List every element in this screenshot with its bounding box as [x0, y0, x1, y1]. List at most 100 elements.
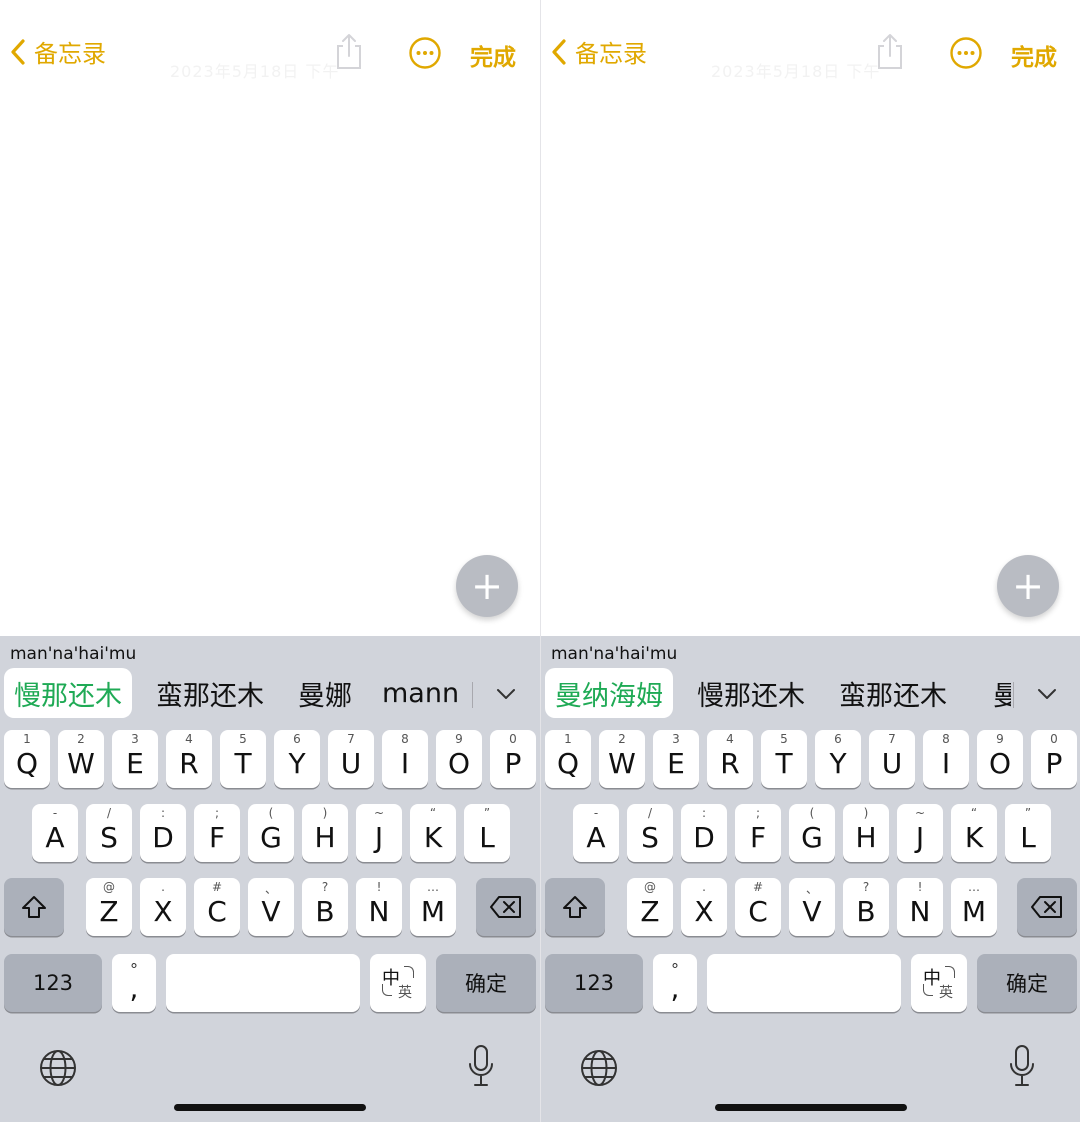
punctuation-key[interactable]: °,	[653, 954, 697, 1012]
add-attachment-button[interactable]: +	[997, 555, 1059, 617]
letter-key[interactable]: 2W	[599, 730, 645, 788]
letter-key[interactable]: 4R	[707, 730, 753, 788]
numbers-key[interactable]: 123	[4, 954, 102, 1012]
letter-key[interactable]: ) H	[302, 804, 348, 862]
letter-key[interactable]: @ Z	[86, 878, 132, 936]
candidate-item[interactable]: 蛮那还木	[839, 668, 947, 718]
key-label: J	[915, 820, 925, 854]
letter-key[interactable]: ; F	[194, 804, 240, 862]
letter-key[interactable]: :D	[681, 804, 727, 862]
delete-key[interactable]	[1017, 878, 1077, 936]
candidate-item[interactable]: mann	[382, 668, 459, 718]
add-attachment-button[interactable]: +	[456, 555, 518, 617]
letter-key[interactable]: “K	[410, 804, 456, 862]
more-options-icon[interactable]	[949, 36, 983, 70]
space-key[interactable]	[707, 954, 901, 1012]
letter-key[interactable]: 7U	[328, 730, 374, 788]
letter-key[interactable]: 1Q	[545, 730, 591, 788]
letter-key[interactable]: 5T	[761, 730, 807, 788]
letter-key[interactable]: ? B	[843, 878, 889, 936]
delete-key[interactable]	[476, 878, 536, 936]
shift-key[interactable]	[4, 878, 64, 936]
back-button[interactable]: 备忘录	[8, 34, 106, 69]
letter-key[interactable]: 2W	[58, 730, 104, 788]
letter-key[interactable]: ! N	[356, 878, 402, 936]
letter-key[interactable]: 3E	[112, 730, 158, 788]
more-options-icon[interactable]	[408, 36, 442, 70]
letter-key[interactable]: 6Y	[274, 730, 320, 788]
share-icon[interactable]	[875, 32, 905, 72]
letter-key[interactable]: 8I	[382, 730, 428, 788]
punctuation-key[interactable]: °,	[112, 954, 156, 1012]
key-label: E	[667, 746, 685, 780]
key-secondary-label: .	[702, 880, 706, 894]
key-label: K	[423, 820, 443, 854]
letter-key[interactable]: “K	[951, 804, 997, 862]
letter-key[interactable]: .X	[681, 878, 727, 936]
back-button[interactable]: 备忘录	[549, 34, 647, 69]
letter-key[interactable]: 5T	[220, 730, 266, 788]
letter-key[interactable]: # C	[735, 878, 781, 936]
letter-key[interactable]: 9O	[977, 730, 1023, 788]
chinese-english-toggle-key[interactable]: 中英	[370, 954, 426, 1012]
letter-key[interactable]: / S	[86, 804, 132, 862]
globe-icon[interactable]	[38, 1048, 78, 1088]
letter-key[interactable]: … M	[951, 878, 997, 936]
letter-key[interactable]: 、 V	[789, 878, 835, 936]
letter-key[interactable]: 0P	[1031, 730, 1077, 788]
letter-key[interactable]: 1Q	[4, 730, 50, 788]
letter-key[interactable]: 4R	[166, 730, 212, 788]
letter-key[interactable]: / S	[627, 804, 673, 862]
chevron-down-icon[interactable]	[494, 682, 518, 706]
microphone-icon[interactable]	[468, 1044, 494, 1088]
key-secondary-label: .	[161, 880, 165, 894]
globe-icon[interactable]	[579, 1048, 619, 1088]
microphone-icon[interactable]	[1009, 1044, 1035, 1088]
letter-key[interactable]: ” L	[1005, 804, 1051, 862]
letter-key[interactable]: ) H	[843, 804, 889, 862]
letter-key[interactable]: ” L	[464, 804, 510, 862]
letter-key[interactable]: 7U	[869, 730, 915, 788]
done-button[interactable]: 完成	[470, 38, 516, 72]
key-secondary-label: 0	[509, 732, 517, 746]
letter-key[interactable]: -A	[32, 804, 78, 862]
letter-key[interactable]: 3E	[653, 730, 699, 788]
candidate-item[interactable]: 曼	[993, 668, 1011, 718]
letter-key[interactable]: 0P	[490, 730, 536, 788]
letter-key[interactable]: 、 V	[248, 878, 294, 936]
key-secondary-label: …	[427, 880, 439, 894]
letter-key[interactable]: 6Y	[815, 730, 861, 788]
letter-key[interactable]: .X	[140, 878, 186, 936]
letter-key[interactable]: ; F	[735, 804, 781, 862]
letter-key[interactable]: 8I	[923, 730, 969, 788]
key-secondary-label: 8	[401, 732, 409, 746]
letter-key[interactable]: ~ J	[897, 804, 943, 862]
share-icon[interactable]	[334, 32, 364, 72]
letter-key[interactable]: @ Z	[627, 878, 673, 936]
shift-key[interactable]	[545, 878, 605, 936]
candidate-item[interactable]: 曼娜	[298, 668, 352, 718]
letter-key[interactable]: :D	[140, 804, 186, 862]
space-key[interactable]	[166, 954, 360, 1012]
letter-key[interactable]: ! N	[897, 878, 943, 936]
letter-key[interactable]: … M	[410, 878, 456, 936]
confirm-key[interactable]: 确定	[977, 954, 1077, 1012]
confirm-key[interactable]: 确定	[436, 954, 536, 1012]
done-button[interactable]: 完成	[1011, 38, 1057, 72]
candidate-item[interactable]: 蛮那还木	[156, 668, 264, 718]
chevron-down-icon[interactable]	[1035, 682, 1059, 706]
candidate-item[interactable]: 慢那还木	[697, 668, 805, 718]
letter-key[interactable]: 9O	[436, 730, 482, 788]
candidate-item[interactable]: 曼纳海姆	[545, 668, 673, 718]
letter-key[interactable]: ? B	[302, 878, 348, 936]
numbers-key[interactable]: 123	[545, 954, 643, 1012]
key-secondary-label: 1	[23, 732, 31, 746]
letter-key[interactable]: ~ J	[356, 804, 402, 862]
letter-key[interactable]: # C	[194, 878, 240, 936]
letter-key[interactable]: -A	[573, 804, 619, 862]
letter-key[interactable]: (G	[248, 804, 294, 862]
candidate-item[interactable]: 慢那还木	[4, 668, 132, 718]
chinese-english-toggle-key[interactable]: 中英	[911, 954, 967, 1012]
backspace-icon	[1031, 896, 1062, 918]
letter-key[interactable]: (G	[789, 804, 835, 862]
